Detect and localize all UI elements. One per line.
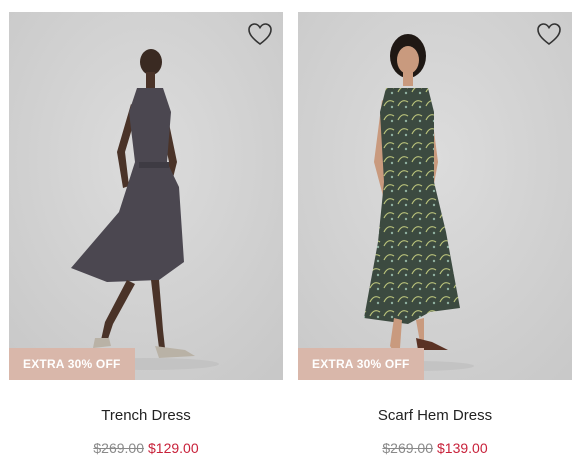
product-name[interactable]: Scarf Hem Dress [298, 407, 572, 424]
discount-badge: EXTRA 30% OFF [9, 348, 135, 380]
product-card[interactable]: EXTRA 30% OFF Trench Dress $269.00 $129.0… [9, 12, 283, 456]
product-card[interactable]: EXTRA 30% OFF Scarf Hem Dress $269.00 $13… [298, 12, 572, 456]
sale-price: $139.00 [437, 440, 488, 456]
wishlist-heart-icon[interactable] [246, 20, 274, 48]
product-image[interactable]: EXTRA 30% OFF [298, 12, 572, 380]
model-photo [9, 12, 283, 380]
product-name[interactable]: Trench Dress [9, 407, 283, 424]
discount-badge: EXTRA 30% OFF [298, 348, 424, 380]
model-photo [298, 12, 572, 380]
product-price: $269.00 $139.00 [298, 440, 572, 456]
original-price: $269.00 [93, 440, 144, 456]
sale-price: $129.00 [148, 440, 199, 456]
original-price: $269.00 [382, 440, 433, 456]
product-image[interactable]: EXTRA 30% OFF [9, 12, 283, 380]
wishlist-heart-icon[interactable] [535, 20, 563, 48]
product-price: $269.00 $129.00 [9, 440, 283, 456]
